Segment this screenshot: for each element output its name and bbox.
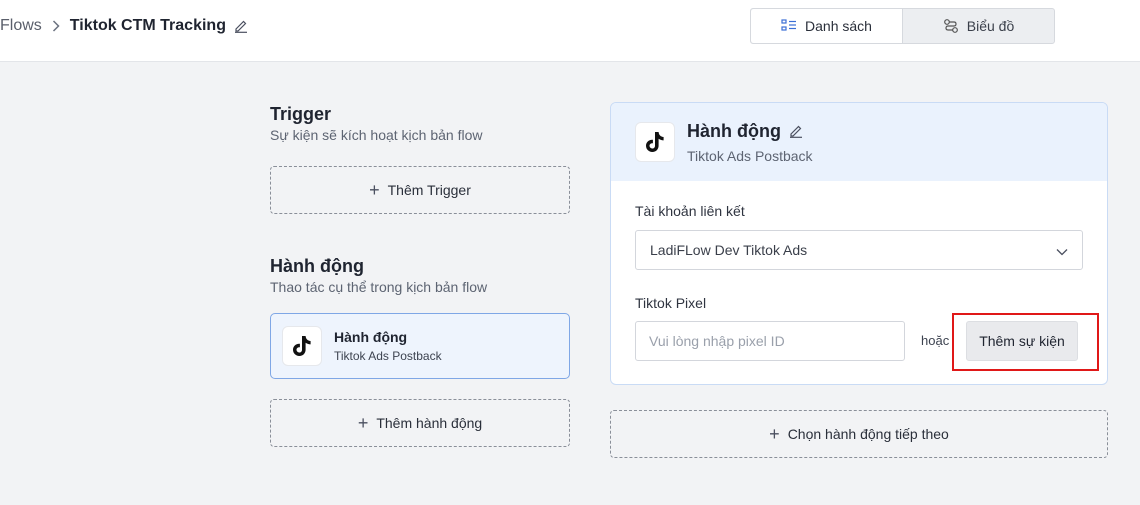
add-trigger-label: Thêm Trigger	[387, 182, 471, 198]
breadcrumb-flows-link[interactable]: Flows	[0, 17, 42, 35]
panel-header: Hành động Tiktok Ads Postback	[611, 103, 1107, 181]
plus-icon: +	[369, 180, 380, 200]
plus-icon: +	[769, 424, 780, 444]
list-view-button[interactable]: Danh sách	[751, 9, 903, 43]
pencil-icon[interactable]	[789, 124, 803, 138]
pixel-id-input[interactable]	[635, 321, 905, 361]
action-subtitle: Thao tác cụ thể trong kịch bản flow	[270, 279, 488, 295]
action-detail-panel: Hành động Tiktok Ads Postback Tài khoản …	[610, 102, 1108, 385]
panel-title: Hành động	[687, 120, 781, 141]
trigger-title: Trigger	[270, 104, 332, 124]
next-action-button[interactable]: + Chọn hành động tiếp theo	[610, 410, 1108, 458]
account-select[interactable]: LadiFLow Dev Tiktok Ads	[635, 230, 1083, 270]
top-bar: Flows Tiktok CTM Tracking Danh sách Biểu…	[0, 0, 1140, 62]
add-event-button[interactable]: Thêm sự kiện	[966, 321, 1078, 361]
account-label: Tài khoản liên kết	[635, 203, 745, 219]
add-action-button[interactable]: + Thêm hành động	[270, 399, 570, 447]
panel-subtitle: Tiktok Ads Postback	[687, 147, 813, 164]
plus-icon: +	[357, 413, 369, 433]
chart-view-button[interactable]: Biểu đồ	[903, 9, 1054, 43]
action-title: Hành động	[270, 256, 364, 276]
view-toggle: Danh sách Biểu đồ	[750, 8, 1055, 44]
breadcrumb: Flows Tiktok CTM Tracking	[0, 16, 248, 36]
trigger-subtitle: Sự kiện sẽ kích hoạt kịch bản flow	[270, 127, 483, 143]
list-icon	[781, 19, 797, 31]
chevron-right-icon	[52, 20, 60, 32]
tiktok-icon	[635, 122, 675, 162]
pencil-icon[interactable]	[234, 19, 248, 33]
flow-chart-icon	[943, 19, 958, 33]
tiktok-icon	[282, 326, 322, 366]
add-action-label: Thêm hành động	[376, 415, 483, 431]
account-select-value: LadiFLow Dev Tiktok Ads	[650, 242, 808, 258]
list-view-label: Danh sách	[805, 18, 872, 34]
chevron-down-icon	[1056, 243, 1068, 259]
next-action-label: Chọn hành động tiếp theo	[787, 426, 949, 442]
add-trigger-button[interactable]: + Thêm Trigger	[270, 166, 570, 214]
chart-view-label: Biểu đồ	[966, 18, 1015, 34]
action-card-title: Hành động	[334, 329, 408, 345]
pixel-label: Tiktok Pixel	[635, 295, 707, 311]
action-card-subtitle: Tiktok Ads Postback	[334, 349, 442, 363]
or-text: hoặc	[921, 333, 950, 348]
action-card[interactable]: Hành động Tiktok Ads Postback	[270, 313, 570, 379]
page-title: Tiktok CTM Tracking	[69, 17, 226, 34]
